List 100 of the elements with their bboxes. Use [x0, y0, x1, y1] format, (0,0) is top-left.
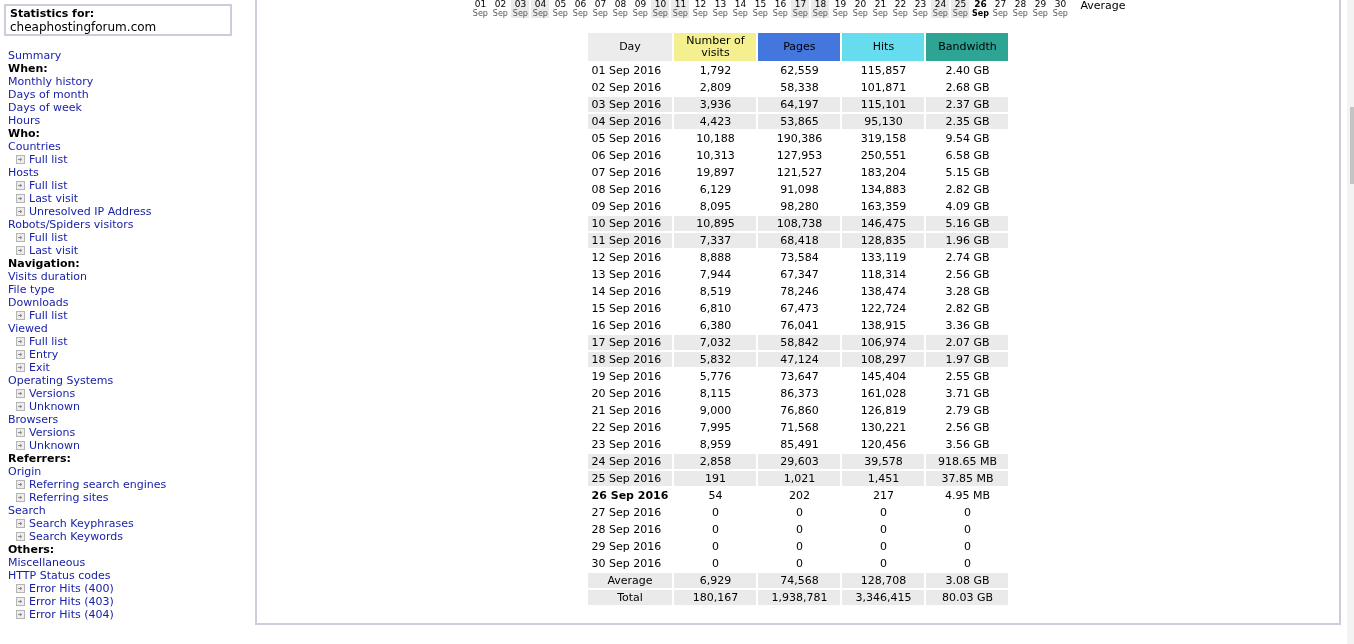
submenu-link[interactable]: Referring sites [29, 491, 109, 504]
submenu-link[interactable]: Search Keyphrases [29, 517, 134, 530]
submenu-link[interactable]: Error Hits (400) [29, 582, 114, 595]
submenu-link[interactable]: Full list [29, 309, 68, 322]
menu-link[interactable]: Visits duration [8, 270, 87, 283]
menu-link[interactable]: Days of week [8, 101, 82, 114]
arrow-box-icon [16, 519, 25, 528]
table-cell-text: 2.56 GB [944, 420, 991, 435]
submenu-link[interactable]: Last visit [29, 192, 79, 205]
menu-link[interactable]: Search [8, 504, 46, 517]
menu-link[interactable]: Countries [8, 140, 61, 153]
submenu-link[interactable]: Last visit [29, 244, 79, 257]
submenu-link[interactable]: Versions [29, 387, 76, 400]
table-cell: 5.16 GB [926, 216, 1009, 231]
submenu-link[interactable]: Full list [29, 153, 68, 166]
menu-link[interactable]: Days of month [8, 88, 89, 101]
submenu-link[interactable]: Full list [29, 335, 68, 348]
date-cell-text: 07 Sep 2016 [590, 165, 663, 180]
table-cell: 191 [674, 471, 757, 486]
table-cell: 2.35 GB [926, 114, 1009, 129]
menu-link[interactable]: Hours [8, 114, 41, 127]
table-cell-text: 6,129 [698, 182, 733, 197]
table-cell-text: 8,095 [698, 199, 733, 214]
month-label: Sep [591, 9, 609, 18]
table-cell-text: 2.55 GB [944, 369, 991, 384]
menu-link[interactable]: Robots/Spiders visitors [8, 218, 134, 231]
date-cell-text: 02 Sep 2016 [590, 80, 663, 95]
date-cell-text: 21 Sep 2016 [590, 403, 663, 418]
table-cell-text: 161,028 [859, 386, 908, 401]
table-cell: 2.07 GB [926, 335, 1009, 350]
date-cell-text: 30 Sep 2016 [590, 556, 663, 571]
arrow-box-icon [16, 207, 25, 216]
submenu-link[interactable]: Referring search engines [29, 478, 167, 491]
table-cell-text: 138,474 [859, 284, 908, 299]
table-cell-text: 1,792 [698, 63, 733, 78]
menu-link[interactable]: Downloads [8, 296, 69, 309]
date-cell: 18 Sep 2016 [587, 352, 673, 367]
table-cell-text: 2.82 GB [944, 182, 991, 197]
menu-link[interactable]: Monthly history [8, 75, 94, 88]
month-label: Sep [511, 9, 530, 18]
table-cell-text: 121,527 [775, 165, 824, 180]
day-number-label: 06 [573, 0, 588, 9]
menu-link[interactable]: Hosts [8, 166, 39, 179]
menu-link[interactable]: File type [8, 283, 55, 296]
table-cell-text: 134,883 [859, 182, 908, 197]
arrow-box-icon [16, 493, 25, 502]
submenu-link[interactable]: Full list [29, 179, 68, 192]
day-number-label: 18 [811, 0, 830, 9]
day-number-label: 22 [893, 0, 908, 9]
table-cell: 918.65 MB [926, 454, 1009, 469]
site-name: cheaphostingforum.com [10, 20, 157, 34]
arrow-box-icon [16, 597, 25, 606]
submenu-link[interactable]: Error Hits (404) [29, 608, 114, 621]
submenu-link[interactable]: Entry [29, 348, 59, 361]
date-cell: 24 Sep 2016 [587, 454, 673, 469]
table-cell: 47,124 [758, 352, 841, 367]
table-cell-text: 250,551 [859, 148, 908, 163]
submenu-link[interactable]: Full list [29, 231, 68, 244]
table-cell-text: 2.40 GB [944, 63, 991, 78]
menu-link[interactable]: Operating Systems [8, 374, 114, 387]
submenu-link[interactable]: Unknown [29, 400, 81, 413]
table-cell-text: 6,810 [698, 301, 733, 316]
table-cell-text: 202 [787, 488, 811, 503]
month-label: Sep [791, 9, 810, 18]
table-cell: 95,130 [842, 114, 925, 129]
table-cell: 108,738 [758, 216, 841, 231]
column-header: Hits [842, 33, 925, 61]
table-cell: 7,032 [674, 335, 757, 350]
submenu-link[interactable]: Unknown [29, 439, 81, 452]
date-cell-text: 16 Sep 2016 [590, 318, 663, 333]
month-label: Sep [491, 9, 509, 18]
table-cell: 53,865 [758, 114, 841, 129]
table-cell-text: 0 [878, 539, 888, 554]
menu-link[interactable]: Browsers [8, 413, 59, 426]
table-cell-text: 0 [710, 539, 720, 554]
table-cell: 68,418 [758, 233, 841, 248]
table-cell-text: 76,041 [779, 318, 820, 333]
table-cell-text: 6.58 GB [944, 148, 991, 163]
day-number-label: 20 [853, 0, 868, 9]
table-cell: 10,895 [674, 216, 757, 231]
arrow-box-icon [16, 363, 25, 372]
submenu-link[interactable]: Error Hits (403) [29, 595, 114, 608]
menu-link[interactable]: HTTP Status codes [8, 569, 111, 582]
day-number-label: 19 [833, 0, 848, 9]
submenu-link[interactable]: Search Keywords [29, 530, 123, 543]
submenu-link[interactable]: Exit [29, 361, 50, 374]
day-number-label: 07 [593, 0, 608, 9]
submenu-link[interactable]: Versions [29, 426, 76, 439]
date-cell-text: 12 Sep 2016 [590, 250, 663, 265]
date-cell-text: 08 Sep 2016 [590, 182, 663, 197]
menu-link[interactable]: Viewed [8, 322, 48, 335]
month-label: Sep [951, 9, 970, 18]
table-cell-text: 67,473 [779, 301, 820, 316]
menu-link[interactable]: Origin [8, 465, 42, 478]
menu-link[interactable]: Summary [8, 49, 62, 62]
day-number-label: 24 [931, 0, 950, 9]
menu-link[interactable]: Miscellaneous [8, 556, 86, 569]
submenu-link[interactable]: Unresolved IP Address [29, 205, 152, 218]
table-cell-text: 2,809 [698, 80, 733, 95]
scrollbar-thumb[interactable] [1350, 107, 1354, 184]
